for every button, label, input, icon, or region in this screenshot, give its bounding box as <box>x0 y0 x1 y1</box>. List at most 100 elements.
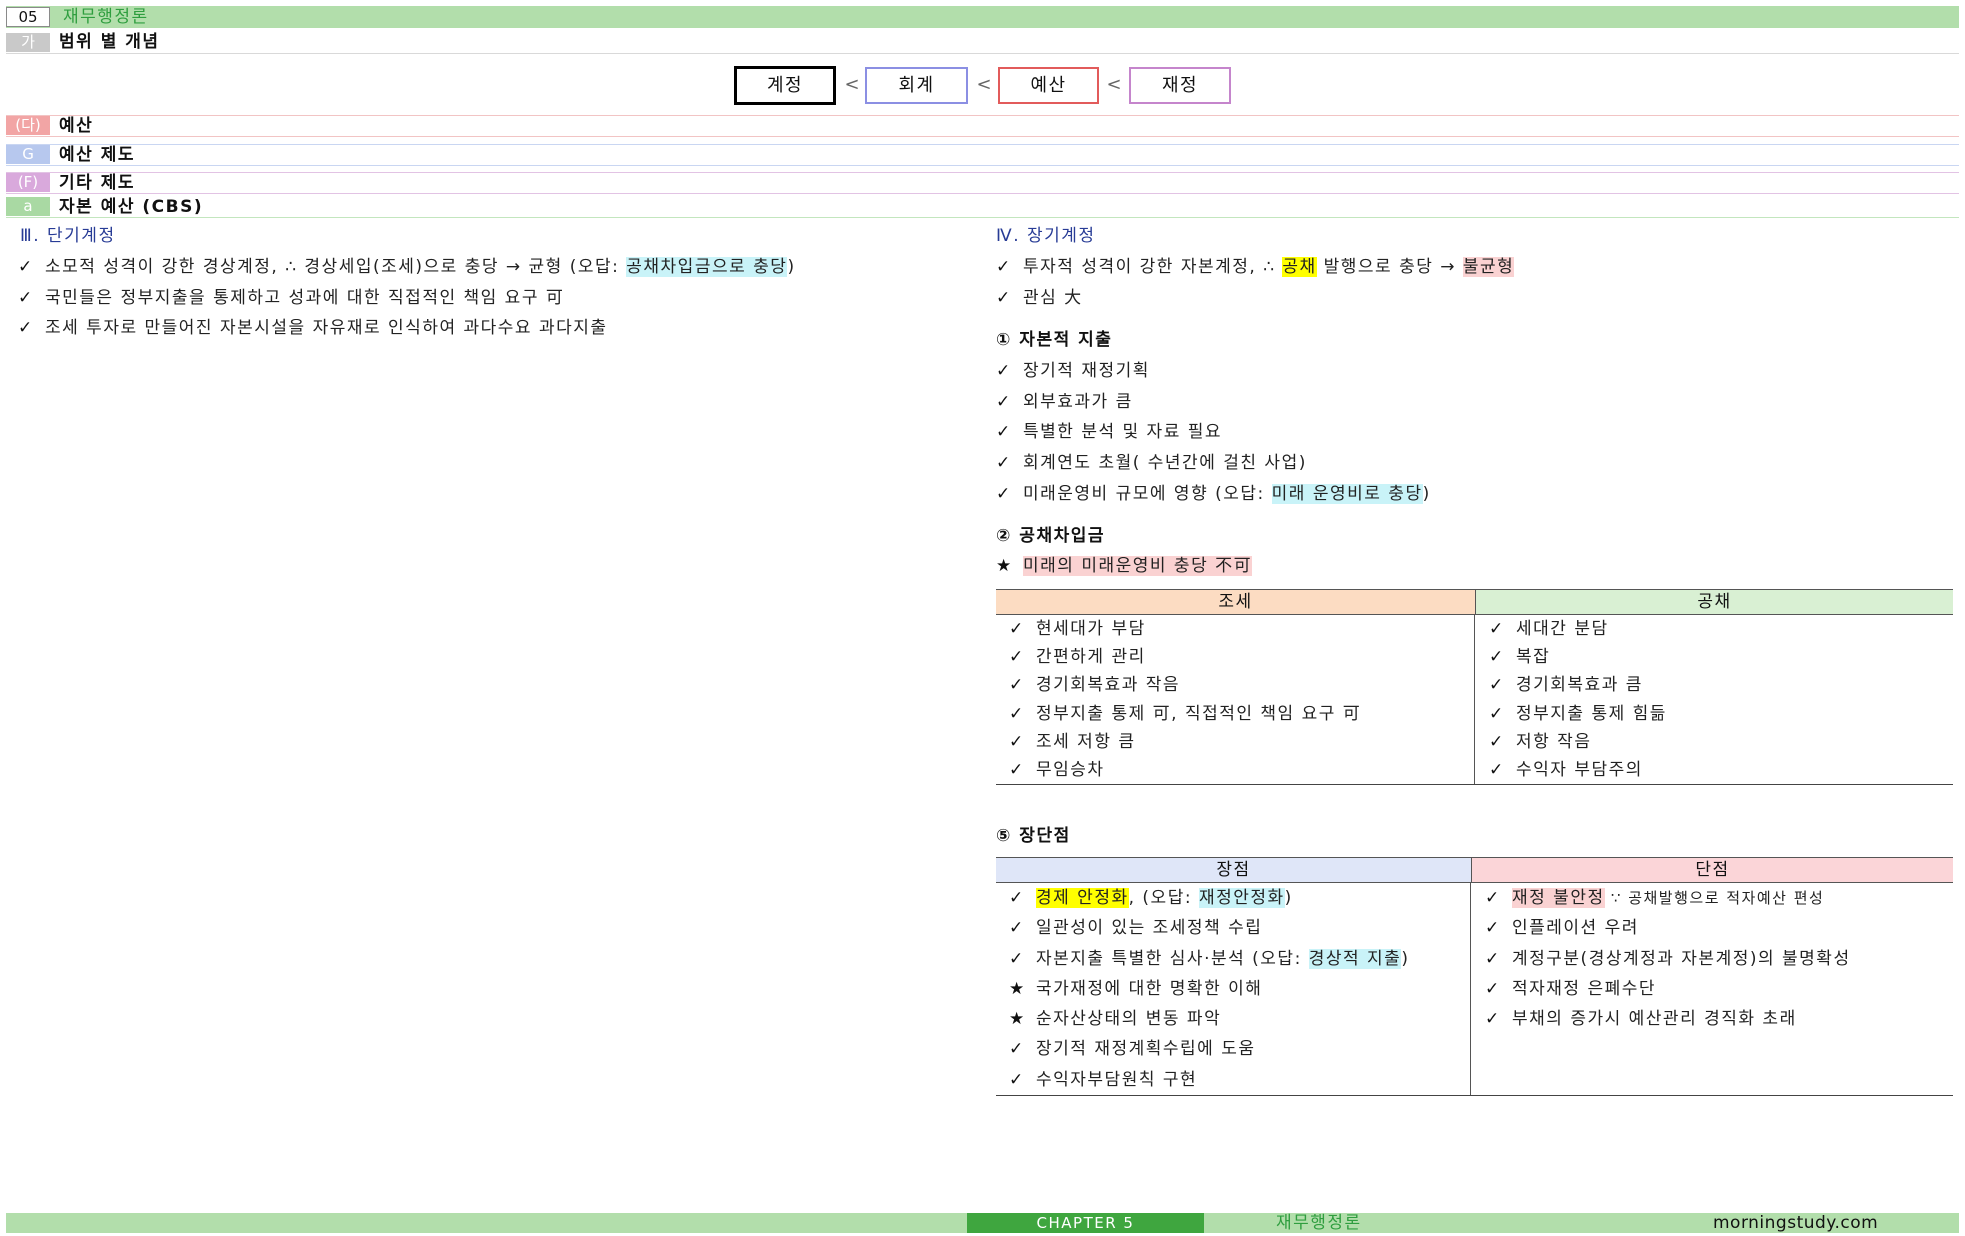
check-icon: ✓ <box>1009 759 1024 780</box>
cell-text: 정부지출 통제 可, 직접적인 책임 요구 可 <box>1036 703 1362 724</box>
topic-title: 기타 제도 <box>59 173 135 193</box>
section-title: 범위 별 개념 <box>59 32 160 52</box>
table-cell: ✓ 수익자 부담주의 <box>1489 756 1953 784</box>
topic-label: G <box>6 145 50 164</box>
table-cell: ★ 국가재정에 대한 명확한 이해 <box>1009 974 1470 1004</box>
topic-label: (다) <box>6 116 50 135</box>
topic-row-budget-system: G 예산 제도 <box>6 144 1959 166</box>
wrong-answer-highlight: 미래 운영비로 충당 <box>1271 483 1423 504</box>
table-cell-empty <box>1485 1034 1953 1064</box>
wrong-answer-highlight: 재정안정화 <box>1198 888 1285 908</box>
table-cell: ✓ 세대간 분담 <box>1489 615 1953 643</box>
cons-column: ✓ 재정 불안정 ∵ 공채발행으로 적자예산 편성 ✓ 인플레이션 우려 ✓ 계정구분… <box>1471 883 1953 1095</box>
check-icon: ✓ <box>18 287 33 308</box>
check-icon: ✓ <box>1009 918 1024 939</box>
cell-text: 경기회복효과 작음 <box>1036 675 1181 696</box>
item-text: 발행으로 충당 → <box>1316 257 1463 277</box>
check-icon: ✓ <box>996 287 1011 308</box>
column-header-bond: 공채 <box>1476 590 1953 614</box>
list-item: ✓ 관심 大 <box>996 283 1953 314</box>
cell-text: 수익자부담원칙 구현 <box>1036 1069 1198 1090</box>
capital-expenditure-heading: ① 자본적 지출 <box>996 330 1113 350</box>
hierarchy-box-finance: 재정 <box>1129 67 1231 104</box>
list-item: ✓ 외부효과가 큼 <box>996 387 1953 418</box>
hierarchy-box-account: 계정 <box>734 66 836 105</box>
bond-column: ✓ 세대간 분담 ✓ 복잡 ✓ 경기회복효과 큼 ✓ 정부지출 통제 힘듦 ✓ 저항 작음… <box>1475 615 1953 784</box>
star-icon: ★ <box>996 556 1012 576</box>
table-cell: ✓ 인플레이션 우려 <box>1485 913 1953 943</box>
cell-text: 국가재정에 대한 명확한 이해 <box>1036 978 1263 999</box>
long-term-heading: Ⅳ. 장기계정 <box>996 226 1096 246</box>
table-cell: ✓ 부채의 증가시 예산관리 경직화 초래 <box>1485 1004 1953 1034</box>
check-icon: ✓ <box>1489 675 1504 696</box>
item-text: 외부효과가 큼 <box>1023 391 1133 412</box>
topic-row-capital-budget: a 자본 예산 (CBS) <box>6 197 1959 218</box>
table-cell: ✓ 경기회복효과 작음 <box>1009 671 1474 699</box>
check-icon: ✓ <box>1485 1009 1500 1030</box>
cell-text: 순자산상태의 변동 파악 <box>1036 1009 1222 1030</box>
item-text: 투자적 성격이 강한 자본계정, ∴ <box>1023 257 1283 277</box>
topic-row-other-system: (F) 기타 제도 <box>6 172 1959 194</box>
table-header: 장점 단점 <box>996 857 1953 883</box>
list-item: ✓ 소모적 성격이 강한 경상계정, ∴ 경상세입(조세)으로 충당 → 균형 (… <box>18 252 978 283</box>
list-item: ✓ 회계연도 초월( 수년간에 걸친 사업) <box>996 448 1953 479</box>
item-text: 장기적 재정기획 <box>1023 361 1150 381</box>
cell-text: 세대간 분담 <box>1516 619 1609 639</box>
table-cell: ✓ 재정 불안정 ∵ 공채발행으로 적자예산 편성 <box>1485 883 1953 913</box>
hierarchy-separator: < <box>1106 74 1122 95</box>
cell-text: 부채의 증가시 예산관리 경직화 초래 <box>1512 1009 1797 1030</box>
bond-borrowing-heading: ② 공채차입금 <box>996 526 1106 546</box>
cell-text: 적자재정 은폐수단 <box>1512 978 1657 999</box>
cell-text: 현세대가 부담 <box>1036 619 1146 639</box>
check-icon: ✓ <box>1009 703 1024 724</box>
table-cell: ✓ 저항 작음 <box>1489 728 1953 756</box>
check-icon: ✓ <box>1009 948 1024 969</box>
pros-cons-heading: ⑤ 장단점 <box>996 826 1071 846</box>
check-icon: ✓ <box>996 483 1011 504</box>
hierarchy-separator: < <box>976 74 992 95</box>
topic-title: 예산 제도 <box>59 145 135 165</box>
section-label: 가 <box>6 33 50 52</box>
cell-text: ) <box>1284 888 1293 908</box>
keyword-highlight: 공채 <box>1282 257 1317 277</box>
column-header-cons: 단점 <box>1472 858 1953 882</box>
table-body: ✓ 경제 안정화, (오답: 재정안정화) ✓ 일관성이 있는 조세정책 수립 ✓ 자… <box>996 883 1953 1097</box>
item-text: 국민들은 정부지출을 통제하고 성과에 대한 직접적인 책임 요구 可 <box>45 287 565 308</box>
item-text: 조세 투자로 만들어진 자본시설을 자유재로 인식하여 과다수요 과다지출 <box>45 318 608 339</box>
cell-text: ∵ 공채발행으로 적자예산 편성 <box>1604 889 1825 907</box>
table-cell: ✓ 계정구분(경상계정과 자본계정)의 불명확성 <box>1485 944 1953 974</box>
list-item: ✓ 투자적 성격이 강한 자본계정, ∴ 공채 발행으로 충당 → 불균형 <box>996 252 1953 283</box>
table-cell: ✓ 정부지출 통제 힘듦 <box>1489 700 1953 728</box>
table-cell: ✓ 경제 안정화, (오답: 재정안정화) <box>1009 883 1470 913</box>
cell-text: 간편하게 관리 <box>1036 647 1146 668</box>
cell-text: 저항 작음 <box>1516 731 1592 752</box>
table-cell: ✓ 복잡 <box>1489 643 1953 671</box>
wrong-answer-highlight: 경상적 지출 <box>1308 948 1402 969</box>
long-term-list: ✓ 투자적 성격이 강한 자본계정, ∴ 공채 발행으로 충당 → 불균형 ✓ 관심… <box>996 252 1953 313</box>
hierarchy-separator: < <box>844 74 860 95</box>
hierarchy-box-budget: 예산 <box>998 67 1099 104</box>
check-icon: ✓ <box>1489 647 1504 668</box>
check-icon: ✓ <box>1485 918 1500 939</box>
check-icon: ✓ <box>996 453 1011 474</box>
check-icon: ✓ <box>1009 619 1024 639</box>
check-icon: ✓ <box>1009 1069 1024 1090</box>
list-item: ✓ 장기적 재정기획 <box>996 356 1953 387</box>
wrong-answer-highlight: 공채차입금으로 충당 <box>626 257 788 277</box>
topic-title: 예산 <box>59 116 94 136</box>
check-icon: ✓ <box>1009 731 1024 752</box>
bond-borrowing-note: ★ 미래의 미래운영비 충당 不可 <box>996 551 1953 582</box>
capital-expenditure-list: ✓ 장기적 재정기획 ✓ 외부효과가 큼 ✓ 특별한 분석 및 자료 필요 ✓ 회계연도… <box>996 356 1953 509</box>
item-text: 회계연도 초월( 수년간에 걸친 사업) <box>1023 453 1307 474</box>
footer-bar: CHAPTER 5 재무행정론 morningstudy.com <box>6 1213 1959 1233</box>
check-icon: ✓ <box>1489 731 1504 752</box>
cell-text: 무임승차 <box>1036 759 1105 780</box>
table-cell: ✓ 정부지출 통제 可, 직접적인 책임 요구 可 <box>1009 700 1474 728</box>
footer-chapter: CHAPTER 5 <box>967 1213 1204 1233</box>
table-cell: ✓ 경기회복효과 큼 <box>1489 671 1953 699</box>
pros-column: ✓ 경제 안정화, (오답: 재정안정화) ✓ 일관성이 있는 조세정책 수립 ✓ 자… <box>996 883 1471 1096</box>
check-icon: ✓ <box>1009 1039 1024 1060</box>
table-cell: ✓ 간편하게 관리 <box>1009 643 1474 671</box>
short-term-heading: Ⅲ. 단기계정 <box>20 226 116 246</box>
list-item: ✓ 미래운영비 규모에 영향 (오답: 미래 운영비로 충당) <box>996 479 1953 510</box>
